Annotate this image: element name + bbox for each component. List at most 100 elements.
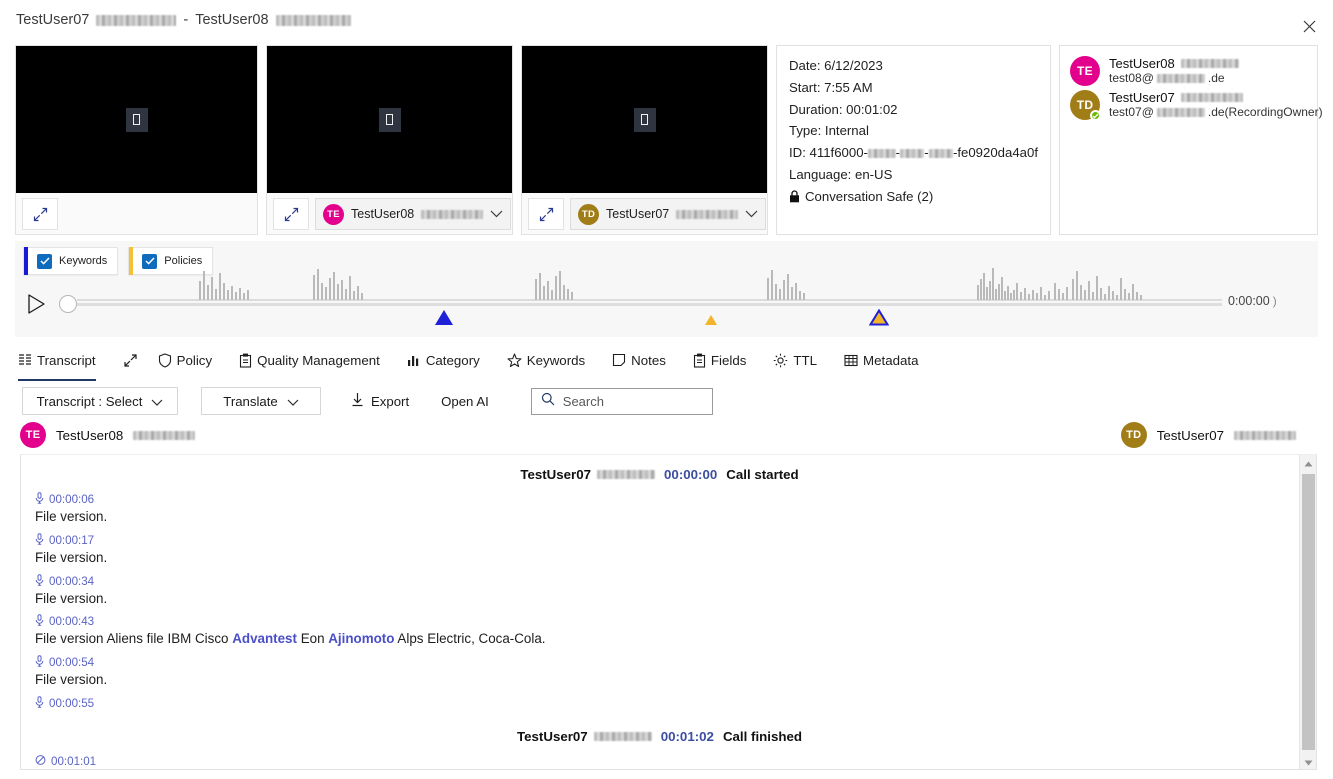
tab-label: Category [425,352,480,368]
translate-dropdown[interactable]: Translate [201,387,321,415]
keyword-marker-filled[interactable] [434,309,454,331]
tab-label: Keywords [526,352,586,368]
expand-button[interactable] [273,198,309,230]
chevron-down-icon [151,394,163,409]
participant-name-row: TestUser08 [1109,56,1239,71]
tab-ttl[interactable]: TTL [773,344,830,376]
meta-language: Language: en-US [789,166,893,182]
system-speaker: TestUser07 [517,729,652,744]
expand-icon [33,207,47,221]
transcript-utterance[interactable]: 00:00:06 File version. [35,492,1284,526]
tab-expand[interactable] [123,344,138,376]
avatar-wrap: TE [1070,56,1100,86]
video-panel-3: TD TestUser07 [521,45,768,235]
broken-image-icon [378,107,401,132]
media-panels-row: TE TestUser08 TD TestUser07 Date: 6/12/2… [15,45,1323,235]
meta-date: Date: 6/12/2023 [789,58,883,73]
system-speaker-name: TestUser07 [520,467,592,482]
recording-detail-window: TestUser07 - TestUser08 TE TestUser08 TD… [0,0,1333,779]
redacted-text [867,148,896,158]
participant-email-prefix: test08@ [1109,71,1154,85]
utterance-time: 00:00:34 [49,574,95,588]
broken-image-icon [125,107,148,132]
expand-icon [284,207,298,221]
tab-quality-management[interactable]: Quality Management [239,344,393,376]
utterance-text: File version. [35,509,108,524]
video-thumbnail[interactable] [16,46,257,193]
tab-label: Transcript [37,352,96,368]
avatar: TE [20,422,46,448]
avatar-wrap: TD [1070,90,1101,121]
video-thumbnail[interactable] [522,46,767,193]
expand-button[interactable] [22,198,58,230]
scroll-down-button[interactable] [1300,754,1316,769]
participant-email-prefix: test07@ [1109,105,1154,119]
combined-marker-outline[interactable] [869,308,890,331]
audio-waveform[interactable] [77,259,1222,303]
search-placeholder: Search [562,393,604,409]
transcript-scrollbar[interactable] [1299,455,1316,769]
translate-label: Translate [223,393,278,409]
transcript-utterance[interactable]: 00:00:43 File version Aliens file IBM Ci… [35,614,1284,648]
utterance-time: 00:00:17 [49,533,95,547]
time-tick-icon: ) [1272,294,1277,308]
tab-policy[interactable]: Policy [158,344,225,376]
meta-type: Type: Internal [789,123,869,139]
microphone-icon [35,533,44,548]
scrubber-handle[interactable] [59,295,77,313]
lock-icon [789,190,800,203]
transcript-utterance[interactable]: 00:00:17 File version. [35,533,1284,567]
utterance-time: 00:00:54 [49,656,95,669]
speaker-name: TestUser07 [1156,427,1224,443]
participant-row[interactable]: TD TestUser07 test07@ .de(RecordingOwner… [1070,90,1323,121]
grid-icon [844,354,858,367]
speaker-select-3[interactable]: TD TestUser07 [570,198,767,230]
redacted-text [593,731,652,741]
download-icon [351,392,364,410]
speaker-name: TestUser07 [606,207,670,221]
tab-keywords[interactable]: Keywords [507,344,598,376]
keywords-checkbox[interactable] [37,253,52,269]
video-thumbnail[interactable] [267,46,512,193]
transcript-utterance[interactable]: 00:00:54 File version. [35,655,1284,689]
expand-button[interactable] [528,198,564,230]
transcript-note[interactable]: 00:01:01 notiz [35,754,1284,769]
speaker-select-2[interactable]: TE TestUser08 [315,198,512,230]
close-button[interactable] [1293,12,1325,40]
policy-marker-small[interactable] [704,309,718,331]
search-input[interactable]: Search [530,387,713,415]
broken-image-icon [633,107,656,132]
redacted-text [676,209,739,219]
title-bar: TestUser07 - TestUser08 [0,0,1333,40]
open-ai-button[interactable]: Open AI [441,394,489,409]
tab-transcript[interactable]: Transcript [18,344,109,381]
keyword-highlight[interactable]: Ajinomoto [328,631,394,646]
system-label: Call started [726,467,799,482]
clipboard-icon [239,353,252,368]
tab-metadata[interactable]: Metadata [844,344,931,376]
export-button[interactable]: Export [351,392,409,410]
transcript-utterance[interactable]: 00:00:55 [35,696,1284,711]
redacted-text [421,209,484,219]
tab-category[interactable]: Category [407,344,493,376]
expand-icon [123,353,138,368]
gear-icon [773,353,788,368]
redacted-text [597,470,656,479]
participant-row[interactable]: TE TestUser08 test08@ .de [1070,56,1307,86]
video-panel-footer: TD TestUser07 [522,193,767,235]
scroll-up-button[interactable] [1300,455,1316,472]
play-button[interactable] [27,293,47,315]
export-label: Export [371,393,410,409]
audio-player: Keywords Policies 0:00:00 ) [15,241,1318,337]
title-separator: - [183,12,189,28]
transcript-select-dropdown[interactable]: Transcript : Select [22,387,178,415]
utterance-head: 00:00:43 [35,614,1284,629]
participant-email-row: test08@ .de [1109,71,1239,85]
tab-fields[interactable]: Fields [693,344,759,376]
keyword-highlight[interactable]: Advantest [232,631,297,646]
scrollbar-thumb[interactable] [1302,474,1315,750]
transcript-utterance[interactable]: 00:00:34 File version. [35,573,1284,608]
timeline-track[interactable] [77,303,1222,306]
tab-notes[interactable]: Notes [612,344,679,376]
system-time: 00:00:00 [664,467,718,482]
